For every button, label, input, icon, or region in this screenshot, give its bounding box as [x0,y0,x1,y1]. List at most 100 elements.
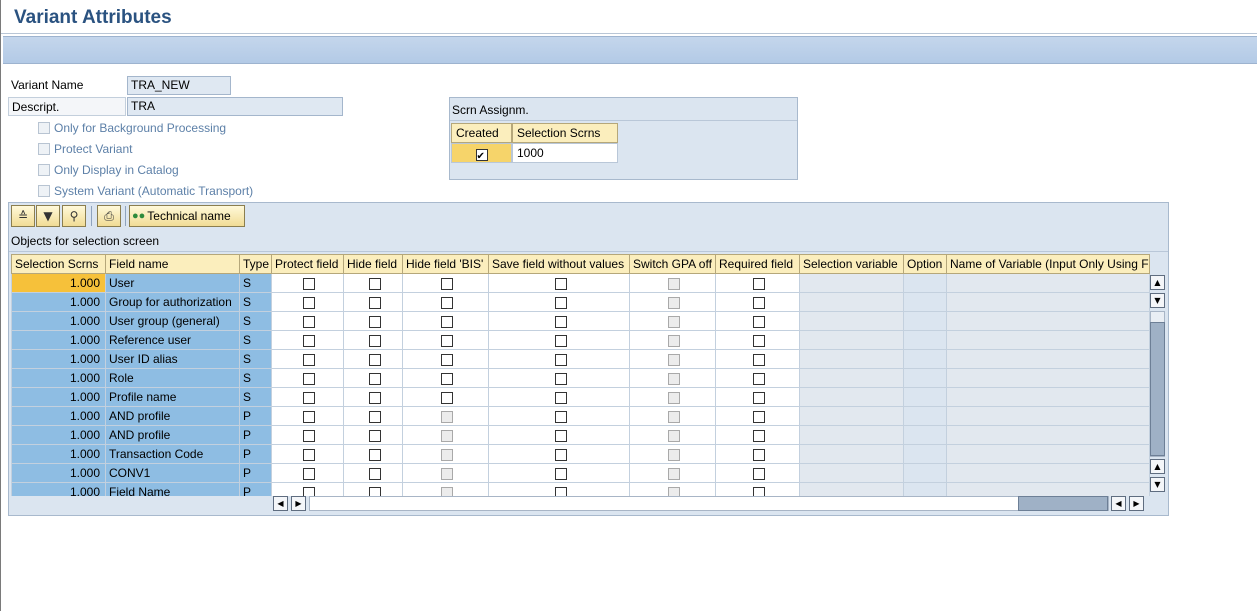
scroll-thumb[interactable] [1150,322,1165,456]
hide-field-checkbox[interactable] [368,410,381,423]
variable-name-cell[interactable] [946,273,1150,293]
hide-field-checkbox[interactable] [368,448,381,461]
variable-name-cell[interactable] [946,425,1150,445]
option-system-variant[interactable]: System Variant (Automatic Transport) [38,182,253,200]
column-header-created[interactable]: Created [451,123,512,143]
type-cell[interactable]: S [239,330,272,350]
protect-field-cell[interactable] [271,368,344,388]
field-name-cell[interactable]: User [105,273,240,293]
hide-field-bis-cell[interactable] [402,368,489,388]
required-field-checkbox[interactable] [753,372,765,385]
save-without-values-cell[interactable] [488,292,630,312]
column-header[interactable]: Selection Scrns [11,254,106,274]
column-header-selection-scrns[interactable]: Selection Scrns [512,123,618,143]
selection-scrns-cell[interactable]: 1.000 [11,330,106,350]
hide-field-checkbox[interactable] [368,391,381,404]
hide-field-checkbox[interactable] [368,277,381,290]
scroll-thumb[interactable] [1018,496,1108,511]
scroll-up-icon[interactable]: ▼ [1150,293,1165,308]
required-field-checkbox[interactable] [753,353,765,366]
created-cell[interactable] [451,143,512,166]
save-without-values-cell[interactable] [488,330,630,350]
created-checkbox[interactable] [475,148,488,166]
vertical-scrollbar[interactable]: ▲ ▼ ▲ ▼ [1150,273,1165,493]
column-header[interactable]: Hide field 'BIS' [402,254,489,274]
option-cell[interactable] [903,311,947,331]
column-header[interactable]: Option [903,254,947,274]
required-field-cell[interactable] [715,273,800,293]
hide-field-checkbox[interactable] [368,315,381,328]
hide-field-cell[interactable] [343,292,403,312]
save-without-values-cell[interactable] [488,273,630,293]
variable-name-cell[interactable] [946,444,1150,464]
save-without-values-checkbox[interactable] [554,372,567,385]
type-cell[interactable]: S [239,311,272,331]
save-without-values-cell[interactable] [488,311,630,331]
save-without-values-checkbox[interactable] [554,448,567,461]
type-cell[interactable]: S [239,273,272,293]
protect-field-checkbox[interactable] [303,296,315,309]
selection-scrns-cell[interactable]: 1.000 [11,368,106,388]
hide-field-cell[interactable] [343,463,403,483]
table-row[interactable]: 1.000 Reference user S [11,330,1150,350]
hide-field-bis-cell[interactable] [402,349,489,369]
scroll-right-end-icon[interactable]: ▶ [1129,496,1144,511]
required-field-checkbox[interactable] [753,429,765,442]
table-row[interactable]: 1.000 User group (general) S [11,311,1150,331]
type-cell[interactable]: S [239,368,272,388]
hide-field-bis-checkbox[interactable] [441,277,453,290]
selection-variable-cell[interactable] [799,444,904,464]
required-field-checkbox[interactable] [753,448,765,461]
column-header[interactable]: Protect field [271,254,344,274]
protect-field-cell[interactable] [271,425,344,445]
save-without-values-checkbox[interactable] [554,410,567,423]
required-field-cell[interactable] [715,311,800,331]
save-without-values-cell[interactable] [488,368,630,388]
protect-field-checkbox[interactable] [303,372,315,385]
option-cell[interactable] [903,406,947,426]
variable-name-cell[interactable] [946,292,1150,312]
type-cell[interactable]: S [239,387,272,407]
required-field-checkbox[interactable] [753,334,765,347]
option-cell[interactable] [903,444,947,464]
hide-field-checkbox[interactable] [368,372,381,385]
scroll-left-end-icon[interactable]: ◀ [1111,496,1126,511]
selection-scrns-cell[interactable]: 1.000 [11,425,106,445]
hide-field-bis-cell[interactable] [402,387,489,407]
selection-scrns-cell[interactable]: 1.000 [11,406,106,426]
type-cell[interactable]: S [239,349,272,369]
protect-field-checkbox[interactable] [303,410,315,423]
variable-name-cell[interactable] [946,406,1150,426]
option-cell[interactable] [903,330,947,350]
table-row[interactable]: 1.000 CONV1 P [11,463,1150,483]
protect-field-checkbox[interactable] [303,391,315,404]
field-name-cell[interactable]: AND profile [105,425,240,445]
selection-variable-cell[interactable] [799,330,904,350]
required-field-checkbox[interactable] [753,410,765,423]
scroll-down-icon[interactable]: ▲ [1150,459,1165,474]
column-header[interactable]: Selection variable [799,254,904,274]
save-without-values-cell[interactable] [488,463,630,483]
option-cell[interactable] [903,387,947,407]
selection-scrns-cell[interactable]: 1.000 [11,444,106,464]
hide-field-bis-checkbox[interactable] [441,315,453,328]
details-button[interactable]: ≙ [11,205,35,227]
column-header[interactable]: Name of Variable (Input Only Using F [946,254,1150,274]
hide-field-cell[interactable] [343,406,403,426]
save-without-values-checkbox[interactable] [554,277,567,290]
protect-field-cell[interactable] [271,444,344,464]
hide-field-bis-cell[interactable] [402,292,489,312]
required-field-cell[interactable] [715,406,800,426]
selection-scrns-cell[interactable]: 1.000 [11,463,106,483]
horizontal-scrollbar[interactable]: ◀ ▶ ◀ ▶ [273,496,1145,511]
table-row[interactable]: 1.000 AND profile P [11,406,1150,426]
column-header[interactable]: Switch GPA off [629,254,716,274]
column-header[interactable]: Required field [715,254,800,274]
protect-field-checkbox[interactable] [303,448,315,461]
save-without-values-cell[interactable] [488,387,630,407]
type-cell[interactable]: P [239,425,272,445]
save-without-values-cell[interactable] [488,444,630,464]
hide-field-checkbox[interactable] [368,429,381,442]
selection-scrns-cell[interactable]: 1000 [512,143,618,163]
field-name-cell[interactable]: Reference user [105,330,240,350]
